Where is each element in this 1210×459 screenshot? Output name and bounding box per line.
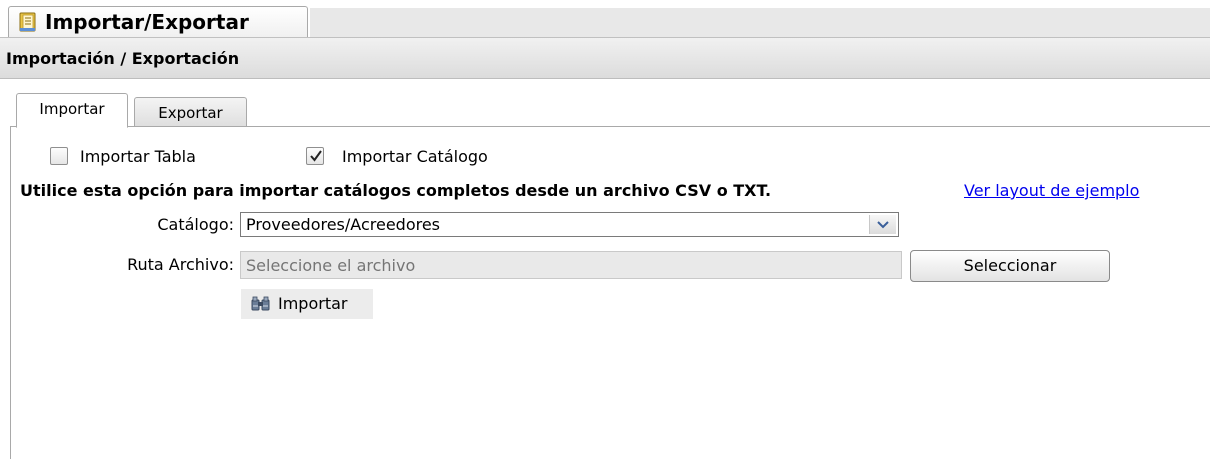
catalog-selected-value: Proveedores/Acreedores: [246, 215, 441, 234]
chevron-down-icon[interactable]: [869, 215, 896, 234]
import-catalog-label: Importar Catálogo: [342, 147, 488, 166]
import-button-label: Importar: [278, 294, 348, 313]
tab-strip-background: [310, 8, 1210, 38]
tab-baseline-divider: [10, 126, 1210, 127]
tab-importar[interactable]: Importar: [16, 93, 128, 128]
catalog-select[interactable]: Proveedores/Acreedores: [240, 212, 899, 237]
import-catalog-checkbox[interactable]: [306, 147, 324, 165]
import-button[interactable]: Importar: [241, 289, 373, 319]
file-path-label: Ruta Archivo:: [127, 255, 234, 274]
section-header: Importación / Exportación: [0, 37, 1210, 79]
checkmark-icon: [310, 150, 322, 162]
instruction-text: Utilice esta opción para importar catálo…: [20, 181, 772, 200]
sample-layout-link[interactable]: Ver layout de ejemplo: [964, 181, 1139, 200]
import-export-tabs: Importar Exportar: [0, 79, 1210, 128]
window-tab-title: Importar/Exportar: [45, 10, 249, 34]
notebook-icon: [19, 12, 37, 32]
select-file-button[interactable]: Seleccionar: [910, 250, 1110, 282]
file-path-input[interactable]: [240, 251, 902, 279]
tab-exportar[interactable]: Exportar: [134, 97, 247, 127]
import-binoculars-icon: [251, 296, 271, 316]
import-table-checkbox[interactable]: [50, 147, 68, 165]
catalog-label: Catálogo:: [157, 215, 234, 234]
panel-left-border: [10, 126, 11, 459]
import-table-label: Importar Tabla: [80, 147, 196, 166]
window-tab-strip: Importar/Exportar: [0, 0, 1210, 38]
section-title: Importación / Exportación: [6, 49, 240, 68]
window-tab-importar-exportar[interactable]: Importar/Exportar: [8, 6, 308, 37]
